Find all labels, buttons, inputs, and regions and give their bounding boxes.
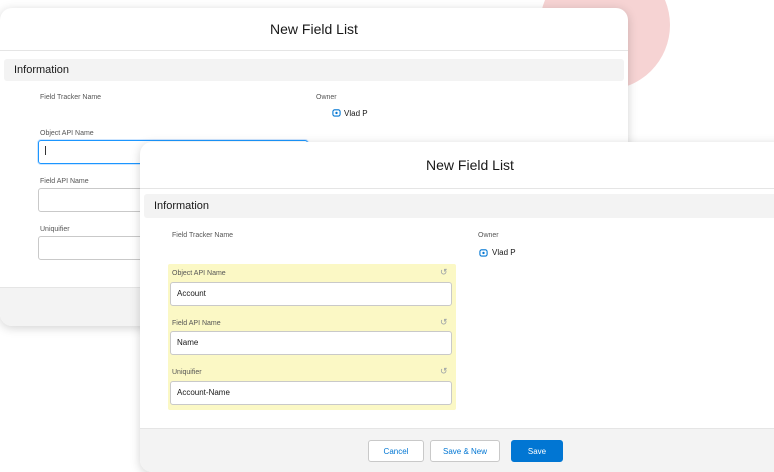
text-caret xyxy=(45,146,46,155)
front-section-information[interactable]: Information xyxy=(144,194,774,218)
front-field-tracker-label: Field Tracker Name xyxy=(172,232,234,239)
cancel-button[interactable]: Cancel xyxy=(368,440,424,462)
undo-icon[interactable]: ↺ xyxy=(440,317,448,328)
front-modal: New Field List Information Field Tracker… xyxy=(140,142,774,472)
save-button[interactable]: Save xyxy=(511,440,563,462)
back-object-api-label: Object API Name xyxy=(40,130,94,137)
front-modal-title: New Field List xyxy=(140,142,774,189)
front-modal-footer: Cancel Save & New Save xyxy=(140,428,774,472)
back-owner-label: Owner xyxy=(316,94,337,101)
front-object-api-input[interactable]: Account xyxy=(170,282,452,306)
front-uniquifier-input[interactable]: Account-Name xyxy=(170,381,452,405)
front-owner-label: Owner xyxy=(478,232,499,239)
front-uniquifier-label: Uniquifier xyxy=(172,369,202,376)
back-uniquifier-label: Uniquifier xyxy=(40,226,70,233)
back-uniquifier-input[interactable] xyxy=(38,236,148,260)
undo-icon[interactable]: ↺ xyxy=(440,267,448,278)
back-field-api-input[interactable] xyxy=(38,188,148,212)
back-field-tracker-label: Field Tracker Name xyxy=(40,94,102,101)
back-section-information[interactable]: Information xyxy=(4,59,624,81)
owner-avatar-icon xyxy=(332,109,341,117)
back-owner-value[interactable]: Vlad P xyxy=(344,109,368,118)
undo-icon[interactable]: ↺ xyxy=(440,366,448,377)
save-and-new-button[interactable]: Save & New xyxy=(430,440,500,462)
front-field-api-input[interactable]: Name xyxy=(170,331,452,355)
front-owner-value[interactable]: Vlad P xyxy=(492,248,516,257)
front-field-api-label: Field API Name xyxy=(172,320,221,327)
back-modal-title: New Field List xyxy=(0,8,628,51)
back-field-api-label: Field API Name xyxy=(40,178,89,185)
owner-avatar-icon xyxy=(479,249,488,257)
front-object-api-label: Object API Name xyxy=(172,270,226,277)
